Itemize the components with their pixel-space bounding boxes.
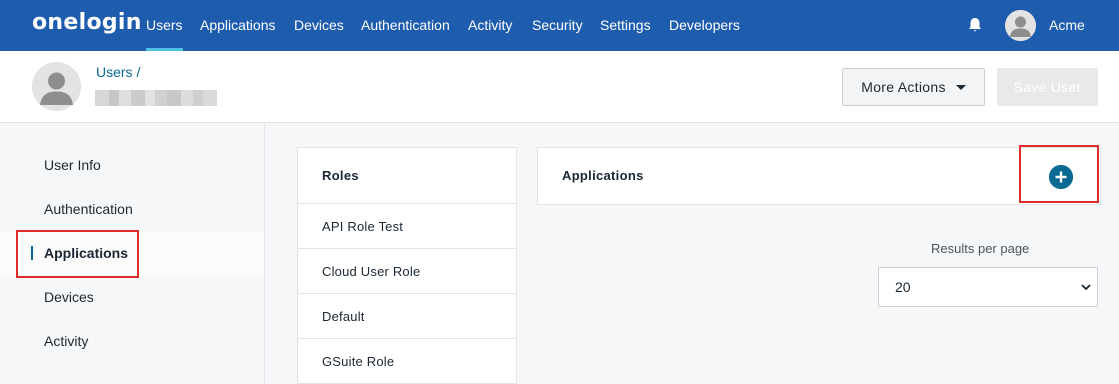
user-avatar-icon bbox=[32, 62, 81, 111]
results-per-page-value: 20 bbox=[895, 279, 911, 295]
nav-users[interactable]: Users bbox=[146, 0, 183, 51]
results-per-page-label: Results per page bbox=[931, 241, 1030, 256]
save-user-button[interactable]: Save User bbox=[997, 68, 1098, 106]
applications-panel: Applications bbox=[537, 147, 1101, 205]
user-avatar bbox=[32, 62, 81, 111]
more-actions-label: More Actions bbox=[861, 79, 946, 95]
nav-authentication[interactable]: Authentication bbox=[361, 0, 450, 51]
caret-down-icon bbox=[955, 84, 966, 90]
highlight-box-add-button bbox=[1019, 145, 1099, 203]
nav-applications[interactable]: Applications bbox=[200, 0, 276, 51]
user-avatar-icon bbox=[1005, 10, 1036, 41]
role-item[interactable]: Cloud User Role bbox=[298, 249, 516, 294]
role-item[interactable]: API Role Test bbox=[298, 204, 516, 249]
top-navigation: onelogin Users Applications Devices Auth… bbox=[0, 0, 1119, 51]
nav-settings[interactable]: Settings bbox=[600, 0, 651, 51]
breadcrumb-users[interactable]: Users / bbox=[96, 64, 140, 80]
results-per-page-select[interactable]: 20 bbox=[878, 267, 1098, 307]
applications-title: Applications bbox=[562, 168, 644, 183]
redacted-user-name bbox=[95, 90, 217, 106]
roles-title: Roles bbox=[298, 148, 516, 204]
user-header: Users / More Actions Save User bbox=[0, 51, 1119, 123]
chevron-down-icon bbox=[1081, 284, 1091, 291]
nav-activity[interactable]: Activity bbox=[468, 0, 512, 51]
role-item[interactable]: GSuite Role bbox=[298, 339, 516, 384]
more-actions-button[interactable]: More Actions bbox=[842, 68, 985, 106]
sidebar-item-user-info[interactable]: User Info bbox=[0, 143, 264, 187]
account-name[interactable]: Acme bbox=[1049, 0, 1085, 51]
sidebar-item-activity[interactable]: Activity bbox=[0, 319, 264, 363]
nav-devices[interactable]: Devices bbox=[294, 0, 344, 51]
account-avatar[interactable] bbox=[1005, 10, 1036, 41]
onelogin-logo[interactable]: onelogin bbox=[32, 10, 142, 35]
role-item[interactable]: Default bbox=[298, 294, 516, 339]
sidebar-item-authentication[interactable]: Authentication bbox=[0, 187, 264, 231]
nav-developers[interactable]: Developers bbox=[669, 0, 740, 51]
highlight-box-applications-tab bbox=[16, 230, 139, 278]
bell-icon[interactable] bbox=[968, 17, 982, 33]
roles-panel: Roles API Role Test Cloud User Role Defa… bbox=[297, 147, 517, 384]
nav-security[interactable]: Security bbox=[532, 0, 583, 51]
sidebar-item-devices[interactable]: Devices bbox=[0, 275, 264, 319]
